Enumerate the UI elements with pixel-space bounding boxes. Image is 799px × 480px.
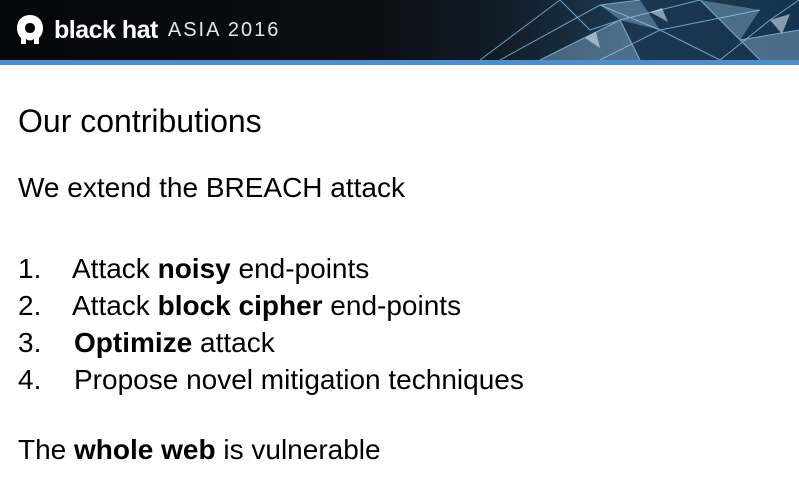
item-bold-text: Optimize: [74, 327, 193, 358]
hat-icon: [17, 15, 43, 44]
item-text: Attack: [72, 290, 158, 321]
closing-statement: The whole web is vulnerable: [18, 434, 381, 466]
slide: black hat ASIA 2016 Our contributions We…: [0, 0, 799, 480]
header-banner: black hat ASIA 2016: [0, 0, 799, 60]
list-number: 2.: [18, 290, 42, 321]
item-text: Propose novel mitigation techniques: [74, 364, 524, 395]
intro-text: We extend the BREACH attack: [18, 172, 405, 203]
item-bold-text: noisy: [157, 253, 231, 284]
closing-text: is vulnerable: [215, 434, 381, 465]
slide-title: Our contributions: [18, 103, 262, 139]
item-text: end-points: [230, 253, 370, 284]
banner-accent-stripe: [0, 60, 799, 65]
event-name: ASIA 2016: [167, 19, 281, 41]
item-text: end-points: [322, 290, 462, 321]
item-bold-text: block cipher: [157, 290, 323, 321]
item-text: Attack: [72, 253, 158, 284]
brand-name: black hat: [54, 15, 158, 44]
list-number: 4.: [18, 364, 42, 395]
closing-bold-text: whole web: [74, 434, 216, 465]
list-item: 2. Attack block cipher end-points: [18, 287, 524, 324]
contributions-list: 1. Attack noisy end-points 2. Attack blo…: [18, 250, 524, 398]
list-item: 4. Propose novel mitigation techniques: [18, 361, 524, 398]
closing-text: The: [18, 434, 75, 465]
list-number: 3.: [18, 327, 42, 358]
list-item: 1. Attack noisy end-points: [18, 250, 524, 287]
item-text: attack: [192, 327, 275, 358]
blackhat-logo: black hat ASIA 2016: [12, 12, 280, 48]
list-number: 1.: [18, 253, 42, 284]
list-item: 3. Optimize attack: [18, 324, 524, 361]
